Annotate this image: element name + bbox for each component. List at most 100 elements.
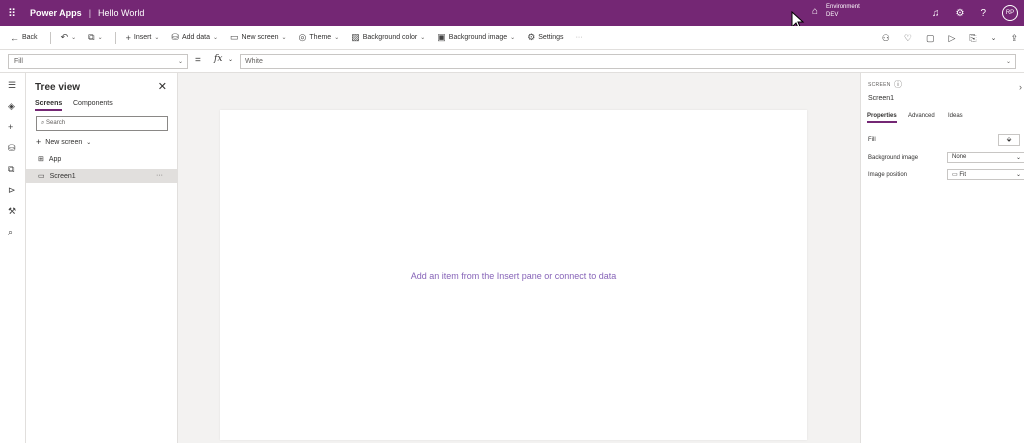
tools-icon[interactable]: ⚒ — [8, 206, 16, 217]
environment-label: Environment — [826, 4, 860, 10]
formula-bar: Fill ⌄ = fx ⌄ White ⌄ — [0, 50, 1024, 73]
media-icon[interactable]: ⧉ — [8, 164, 14, 175]
help-icon[interactable]: ? — [980, 8, 986, 19]
new-screen-button[interactable]: + New screen ⌄ — [36, 137, 91, 147]
tree-item-screen1[interactable]: ▭ Screen1 ··· — [26, 169, 177, 183]
fill-color-picker[interactable]: ⬙ — [998, 134, 1020, 146]
background-image-dropdown[interactable]: None ⌄ — [947, 152, 1024, 163]
more-commands-button[interactable]: ··· — [576, 34, 583, 41]
left-rail: ☰ ◈ + ⛁ ⧉ ⊳ ⚒ ⌕ — [0, 73, 26, 443]
theme-label: Theme — [309, 34, 332, 41]
health-icon[interactable]: ♡ — [904, 33, 912, 44]
theme-button[interactable]: ◎ Theme ⌄ — [299, 32, 340, 43]
tab-components[interactable]: Components — [73, 100, 113, 107]
property-dropdown[interactable]: Fill ⌄ — [8, 54, 188, 69]
search-icon[interactable]: ⌕ — [8, 227, 13, 238]
new-screen-label: New screen — [45, 138, 83, 146]
layers-icon[interactable]: ◈ — [8, 101, 15, 112]
more-label: ··· — [575, 34, 583, 41]
plus-icon: + — [36, 137, 42, 147]
chevron-down-icon[interactable]: ⌄ — [991, 34, 997, 42]
paint-bucket-icon: ▨ — [351, 32, 360, 42]
title-separator: | — [88, 8, 92, 18]
fill-label: Fill — [868, 137, 876, 143]
tab-advanced[interactable]: Advanced — [908, 113, 935, 119]
background-color-label: Background color — [362, 34, 418, 41]
tree-view-pane: Tree view ✕ Screens Components ⌕ Search … — [26, 73, 178, 443]
app-name[interactable]: Power Apps — [30, 8, 82, 18]
image-position-dropdown[interactable]: ▭ Fit ⌄ — [947, 169, 1024, 180]
save-icon[interactable]: ⎘ — [969, 33, 976, 44]
copy-icon: ⧉ — [88, 32, 95, 42]
image-position-value: Fit — [959, 172, 967, 178]
app-header: ⠿ Power Apps | Hello World ⌂ Environment… — [0, 0, 1024, 31]
tree-view-title: Tree view — [35, 82, 81, 93]
app-checker-icon[interactable]: ⚇ — [882, 33, 890, 44]
hamburger-icon[interactable]: ☰ — [8, 80, 16, 91]
avatar[interactable]: RP — [1002, 5, 1018, 21]
background-image-button[interactable]: ▣ Background image ⌄ — [437, 32, 515, 43]
gear-icon[interactable]: ⚙ — [955, 8, 964, 19]
background-image-label: Background image — [868, 155, 919, 161]
arrow-left-icon: ← — [10, 32, 19, 43]
insert-button[interactable]: + Insert ⌄ — [126, 33, 160, 43]
chevron-down-icon: ⌄ — [1005, 59, 1011, 65]
building-icon: ⌂ — [812, 5, 819, 17]
image-icon: ▣ — [437, 32, 446, 42]
chevron-right-icon[interactable]: › — [1019, 82, 1022, 92]
undo-button[interactable]: ↶ ⌄ — [61, 32, 77, 43]
tab-screens[interactable]: Screens — [35, 100, 63, 111]
bell-icon[interactable]: ♫ — [932, 8, 940, 19]
chevron-down-icon: ⌄ — [281, 35, 287, 41]
background-color-button[interactable]: ▨ Background color ⌄ — [351, 32, 425, 43]
plus-icon[interactable]: + — [8, 122, 13, 132]
power-automate-icon[interactable]: ⊳ — [8, 185, 16, 196]
app-icon: ⊞ — [38, 156, 44, 163]
background-image-value: None — [952, 154, 967, 160]
chevron-down-icon: ⌄ — [71, 35, 77, 41]
environment-picker[interactable]: ⌂ Environment DEV — [812, 3, 860, 19]
control-name: Screen1 — [868, 95, 895, 102]
database-icon[interactable]: ⛁ — [8, 143, 16, 154]
chevron-down-icon: ⌄ — [97, 35, 103, 41]
tab-properties[interactable]: Properties — [867, 113, 897, 123]
screen-canvas[interactable]: Add an item from the Insert pane or conn… — [220, 110, 807, 440]
database-icon: ⛁ — [171, 32, 179, 42]
chevron-down-icon: ⌄ — [177, 59, 183, 65]
close-icon[interactable]: ✕ — [158, 80, 167, 93]
settings-label: Settings — [538, 34, 564, 41]
formula-value: White — [245, 58, 263, 65]
chevron-down-icon: ⌄ — [334, 35, 340, 41]
new-screen-button[interactable]: ▭ New screen ⌄ — [230, 32, 287, 43]
waffle-icon[interactable]: ⠿ — [0, 0, 24, 26]
settings-button[interactable]: ⚙ Settings — [527, 32, 563, 43]
info-icon[interactable]: ⓘ — [894, 79, 902, 90]
add-data-label: Add data — [181, 34, 210, 41]
publish-icon[interactable]: ⇪ — [1010, 33, 1018, 44]
search-input[interactable]: ⌕ Search — [36, 116, 168, 131]
play-icon[interactable]: ▷ — [948, 33, 955, 44]
canvas-area: Add an item from the Insert pane or conn… — [178, 73, 860, 443]
canvas-placeholder-text[interactable]: Add an item from the Insert pane or conn… — [220, 271, 807, 281]
chevron-down-icon: ⌄ — [213, 35, 219, 41]
more-options-icon[interactable]: ··· — [156, 172, 163, 179]
copy-button[interactable]: ⧉ ⌄ — [88, 32, 102, 43]
formula-input[interactable]: White ⌄ — [240, 54, 1016, 69]
properties-pane: SCREEN ⓘ › Screen1 Properties Advanced I… — [860, 73, 1024, 443]
tree-item-app[interactable]: ⊞ App — [26, 152, 177, 166]
chevron-down-icon[interactable]: ⌄ — [228, 56, 233, 63]
insert-label: Insert — [133, 34, 152, 41]
add-data-button[interactable]: ⛁ Add data ⌄ — [171, 32, 218, 43]
environment-value: DEV — [826, 12, 839, 18]
chevron-down-icon: ⌄ — [1015, 172, 1021, 178]
screen-icon: ▭ — [38, 173, 45, 180]
divider — [114, 31, 116, 44]
command-bar: ← Back ↶ ⌄ ⧉ ⌄ + Insert ⌄ ⛁ Add data ⌄ ▭… — [0, 26, 1024, 50]
chevron-down-icon: ⌄ — [86, 139, 92, 146]
tree-item-label: App — [48, 155, 62, 163]
equals-sign: = — [195, 55, 201, 66]
fx-icon[interactable]: fx — [214, 54, 222, 64]
tab-ideas[interactable]: Ideas — [948, 113, 963, 119]
back-button[interactable]: ← Back — [10, 33, 38, 43]
comment-icon[interactable]: ▢ — [926, 33, 935, 44]
